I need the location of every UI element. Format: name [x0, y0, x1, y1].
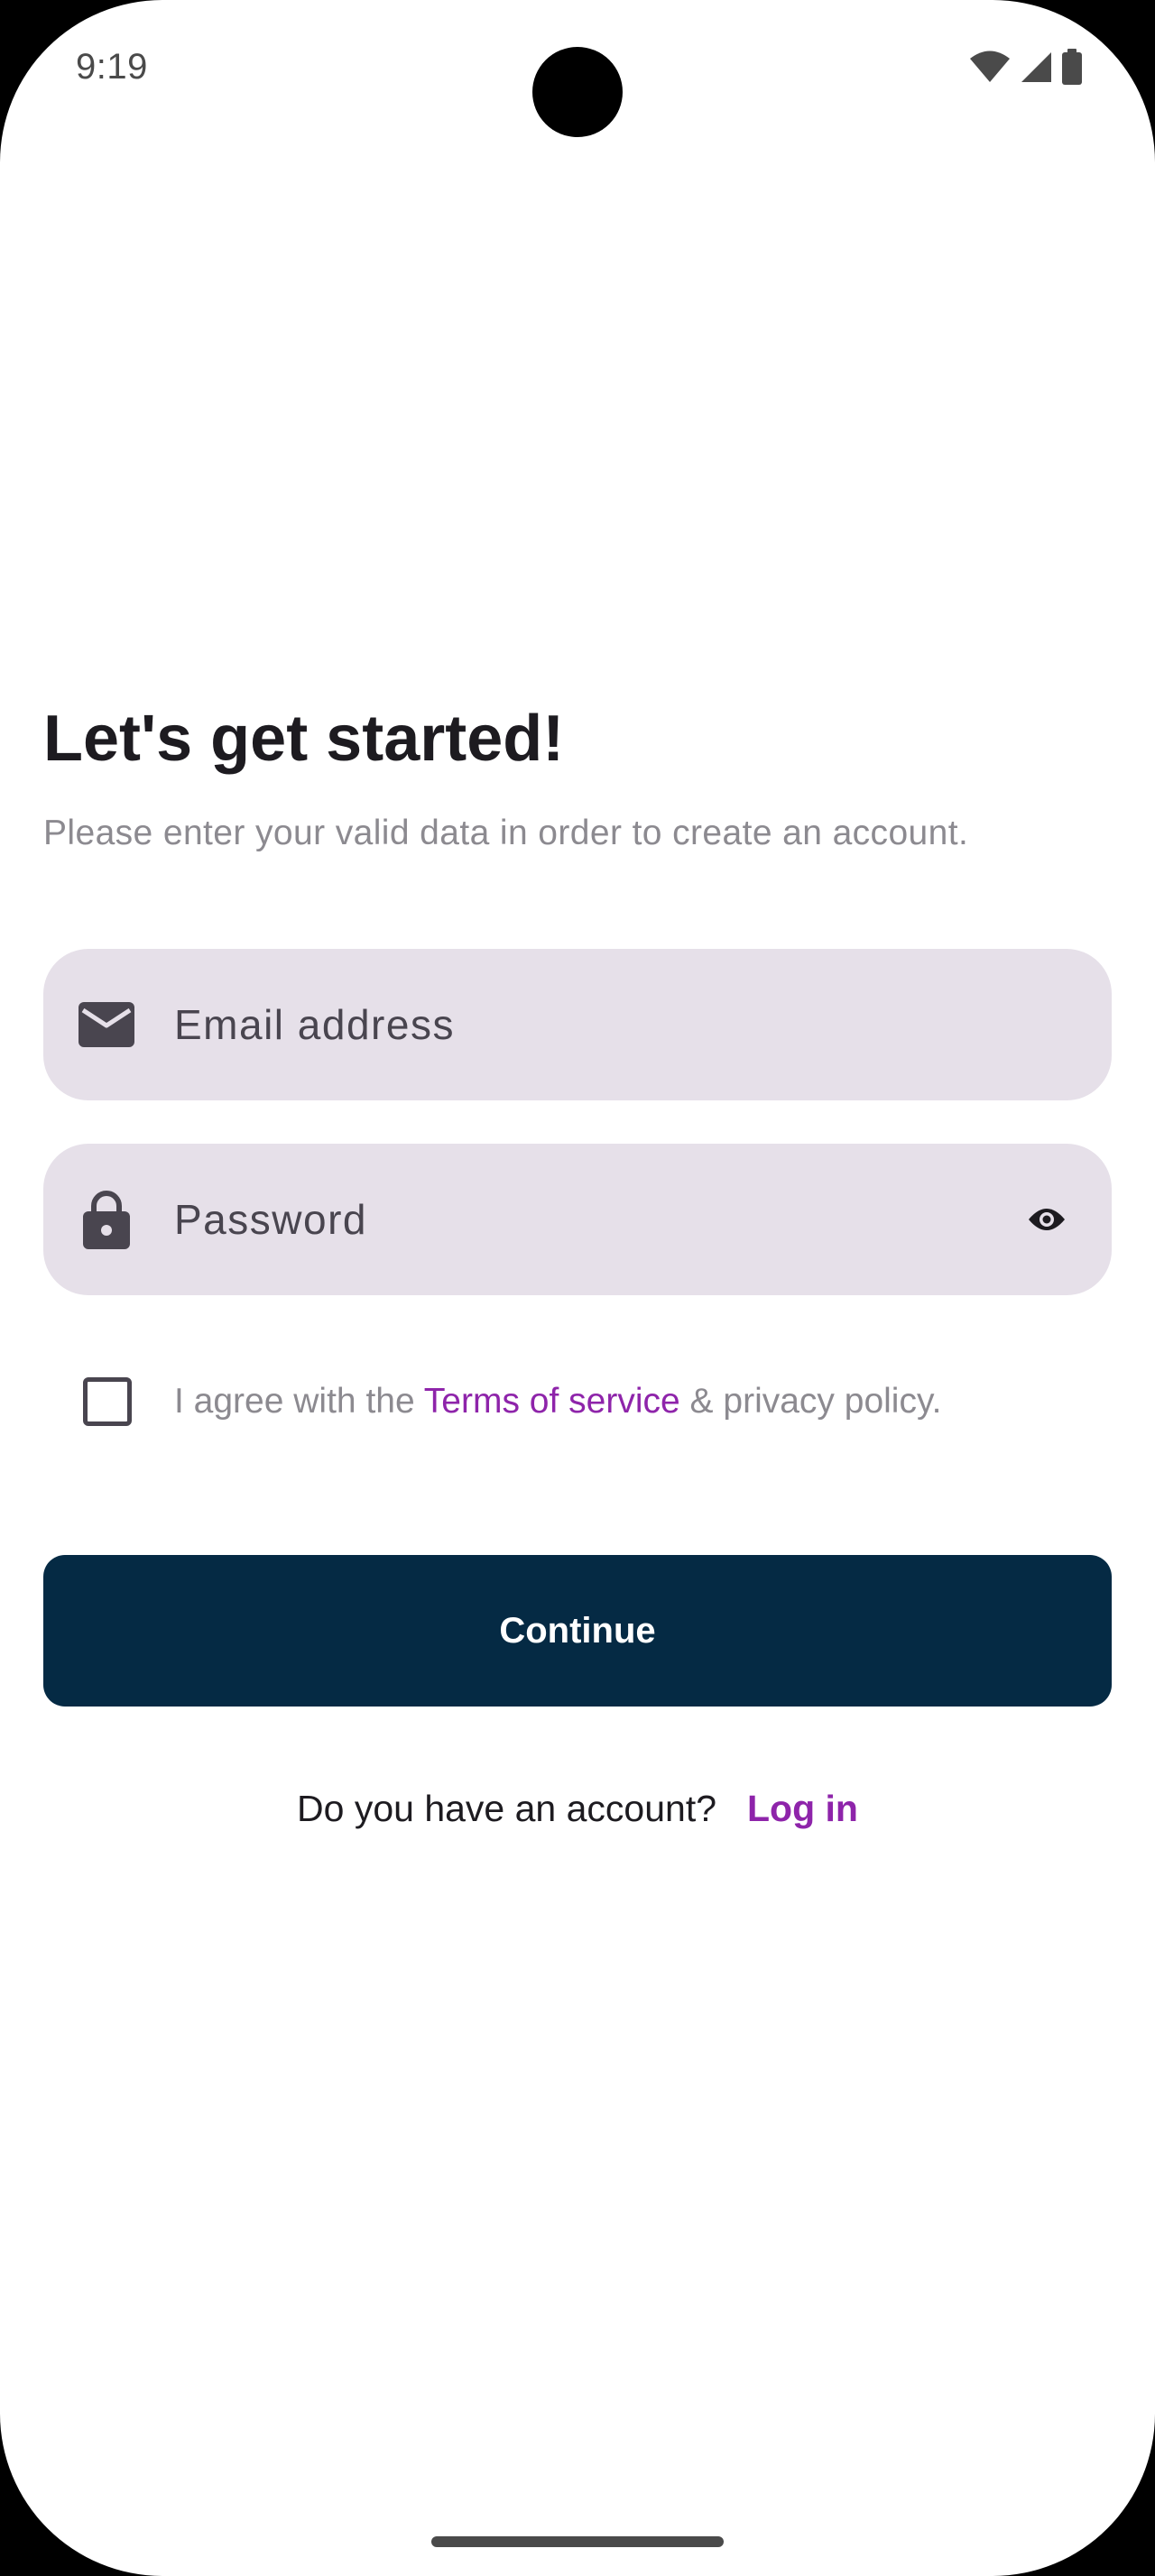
status-time: 9:19 [76, 47, 148, 87]
page-title: Let's get started! [43, 703, 565, 775]
email-field[interactable] [43, 949, 1112, 1100]
login-question: Do you have an account? [297, 1788, 717, 1829]
lock-icon [78, 1191, 135, 1249]
home-indicator[interactable] [431, 2536, 724, 2547]
terms-of-service-link[interactable]: Terms of service [424, 1382, 680, 1421]
terms-checkbox[interactable] [83, 1377, 132, 1426]
continue-button[interactable]: Continue [43, 1555, 1112, 1707]
wifi-icon [969, 51, 1011, 87]
cellular-signal-icon [1020, 51, 1052, 87]
terms-agreement-row: I agree with the Terms of service & priv… [43, 1355, 1112, 1449]
password-field[interactable] [43, 1144, 1112, 1295]
email-input[interactable] [174, 949, 986, 1100]
agreement-prefix: I agree with the [174, 1382, 424, 1421]
page-subtitle: Please enter your valid data in order to… [43, 814, 969, 852]
status-bar: 9:19 [0, 0, 1155, 144]
terms-agreement-text: I agree with the Terms of service & priv… [174, 1382, 941, 1421]
battery-icon [1061, 49, 1083, 89]
login-prompt: Do you have an account? Log in [0, 1788, 1155, 1830]
status-icons [969, 49, 1083, 89]
eye-icon[interactable] [1025, 1198, 1068, 1241]
phone-screen: 9:19 Let's get started! Please enter you… [0, 0, 1155, 2576]
agreement-suffix: & privacy policy. [679, 1382, 942, 1421]
camera-cutout [532, 47, 623, 137]
mail-icon [78, 996, 135, 1053]
log-in-link[interactable]: Log in [747, 1788, 858, 1829]
password-input[interactable] [174, 1144, 986, 1295]
